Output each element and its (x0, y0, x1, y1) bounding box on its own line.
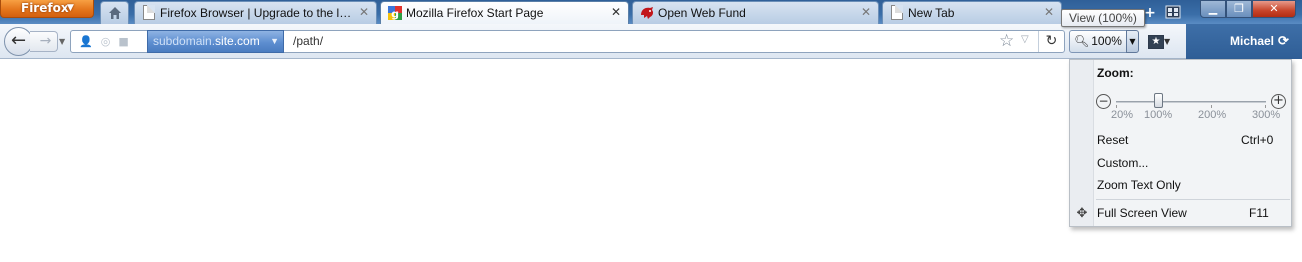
menu-item-full-screen[interactable]: Full Screen View F11 (1097, 206, 1287, 220)
url-bar[interactable]: 👤 ◎ ■ subdomain.site.com ▼ /path/ ☆ ▽ ↻ (70, 30, 1065, 53)
tab-firefox-browser[interactable]: Firefox Browser | Upgrade to the late...… (134, 1, 377, 24)
zoom-out-icon[interactable]: − (1096, 94, 1111, 109)
page-icon (141, 5, 157, 21)
home-icon (107, 5, 123, 21)
menu-item-label: Custom... (1097, 156, 1149, 170)
addon-star-icon: ★ (1148, 34, 1164, 49)
zoom-dropdown-button[interactable]: ▼ (1126, 30, 1139, 53)
menu-item-shortcut: F11 (1249, 206, 1269, 220)
tab-label: Firefox Browser | Upgrade to the late... (160, 6, 354, 20)
tab-label: Mozilla Firefox Start Page (406, 6, 544, 20)
navigation-toolbar: ← → ▼ 👤 ◎ ■ subdomain.site.com ▼ /path/ … (0, 24, 1302, 59)
menu-item-label: Full Screen View (1097, 206, 1187, 220)
domain-text: site.com (215, 34, 260, 48)
minimize-button[interactable]: ▁ (1200, 0, 1226, 18)
close-tab-icon[interactable]: ✕ (1043, 6, 1055, 18)
svg-text:g: g (391, 8, 399, 21)
menu-item-custom[interactable]: Custom... (1097, 156, 1287, 170)
close-tab-icon[interactable]: ✕ (358, 6, 370, 18)
red-dragon-icon (639, 5, 655, 21)
tab-open-web-fund[interactable]: Open Web Fund ✕ (632, 1, 879, 24)
forward-button[interactable]: → (30, 31, 58, 52)
menu-item-reset[interactable]: Reset Ctrl+0 (1097, 133, 1287, 147)
close-tab-icon[interactable]: ✕ (860, 6, 872, 18)
account-area[interactable]: Michael ⟳ (1186, 24, 1302, 59)
close-tab-icon[interactable]: ✕ (610, 6, 622, 18)
chevron-down-icon: ▼ (270, 36, 279, 46)
slider-track[interactable] (1116, 101, 1266, 103)
addon-button[interactable]: ★ ▼ (1148, 31, 1178, 52)
menu-icon-gutter (1070, 60, 1094, 226)
subdomain-text: subdomain. (153, 34, 216, 48)
restore-button[interactable]: ❐ (1226, 0, 1252, 18)
fullscreen-icon: ✥ (1076, 206, 1088, 221)
back-button[interactable]: ← (4, 27, 33, 56)
scale-label: 100% (1144, 109, 1173, 121)
person-icon: 👤 (79, 35, 93, 48)
menu-item-shortcut: Ctrl+0 (1241, 133, 1274, 147)
zoom-button[interactable]: 🔍︎ 100% (1069, 30, 1127, 53)
zoom-level: 100% (1091, 34, 1122, 48)
tab-label: New Tab (908, 6, 955, 20)
history-dropdown-icon[interactable]: ▼ (59, 37, 65, 46)
caret-down-icon: ▼ (67, 3, 74, 13)
reload-icon[interactable]: ↻ (1038, 31, 1064, 52)
menu-item-label: Reset (1097, 133, 1129, 147)
close-window-button[interactable]: ✕ (1252, 0, 1296, 18)
account-name: Michael (1230, 34, 1275, 48)
tab-mozilla-start-page[interactable]: g Mozilla Firefox Start Page ✕ (380, 1, 629, 25)
url-history-dropdown-icon[interactable]: ▽ (1021, 34, 1029, 45)
scale-label: 200% (1198, 109, 1227, 121)
page-icon (889, 5, 905, 21)
magnifier-icon: 🔍︎ (1074, 34, 1090, 48)
url-path[interactable]: /path/ (293, 31, 323, 52)
firefox-menu-button[interactable]: Firefox ▼ (0, 0, 94, 18)
tab-new-tab[interactable]: New Tab ✕ (882, 1, 1062, 24)
slider-tick (1211, 105, 1212, 108)
menu-separator (1096, 199, 1290, 200)
slider-tick (1265, 105, 1266, 108)
site-identity[interactable]: 👤 ◎ ■ (71, 31, 143, 52)
tab-list-icon[interactable] (1165, 4, 1181, 20)
firefox-menu-label: Firefox (21, 1, 69, 15)
slider-tick (1116, 105, 1117, 108)
scale-label: 20% (1111, 109, 1134, 121)
zoom-menu-heading: Zoom: (1097, 66, 1134, 80)
home-tab[interactable] (100, 1, 129, 24)
sync-icon[interactable]: ⟳ (1278, 33, 1289, 48)
location-icon: ◎ (100, 35, 111, 48)
menu-item-label: Zoom Text Only (1097, 178, 1181, 192)
bookmark-star-icon[interactable]: ☆ (999, 32, 1014, 51)
tab-label: Open Web Fund (658, 6, 746, 20)
zoom-menu: Zoom: − + 20% 100% 200% 300% Reset Ctrl+… (1069, 59, 1292, 227)
zoom-in-icon[interactable]: + (1271, 94, 1286, 109)
chevron-down-icon: ▼ (1164, 37, 1171, 46)
window-controls: ▁ ❐ ✕ (1200, 0, 1296, 18)
menu-item-zoom-text-only[interactable]: Zoom Text Only (1097, 178, 1287, 192)
domain-highlight[interactable]: subdomain.site.com ▼ (147, 30, 284, 53)
google-icon: g (387, 5, 403, 21)
camera-icon: ■ (118, 35, 129, 48)
zoom-slider[interactable]: − + 20% 100% 200% 300% (1096, 90, 1286, 126)
scale-label: 300% (1252, 109, 1281, 121)
zoom-tooltip: View (100%) (1061, 9, 1145, 27)
slider-thumb[interactable] (1154, 93, 1163, 108)
